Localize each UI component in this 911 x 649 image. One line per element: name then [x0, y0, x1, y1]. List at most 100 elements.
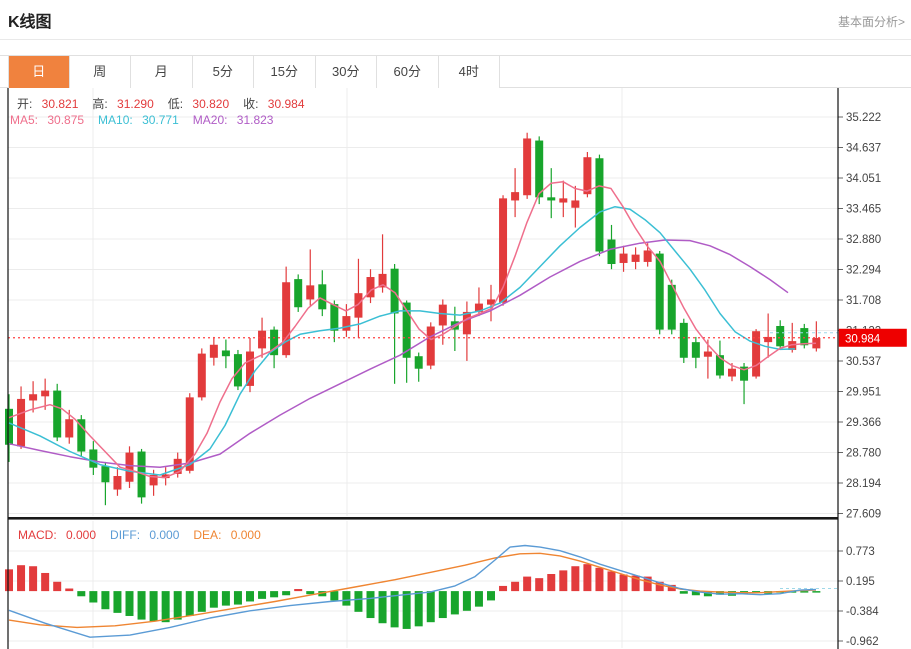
macd-bar: [608, 571, 616, 591]
legend-value: 30.820: [192, 97, 229, 111]
ohlc-legend: 开: 30.821高: 31.290低: 30.820收: 30.984: [17, 95, 319, 112]
candle-body: [222, 350, 230, 356]
tab-period-7[interactable]: 4时: [439, 56, 501, 88]
candle-body: [53, 391, 61, 438]
macd-tick-label: 0.773: [846, 546, 875, 558]
macd-bar: [439, 591, 447, 618]
candle-body: [17, 399, 25, 446]
candle-body: [41, 391, 49, 397]
candle-body: [776, 326, 784, 346]
candle-body: [535, 141, 543, 198]
candle-body: [463, 312, 471, 334]
candle-body: [318, 284, 326, 309]
candle-body: [800, 328, 808, 345]
legend-value: 31.823: [237, 113, 274, 127]
candle-body: [644, 250, 652, 261]
legend-label: 低:: [168, 97, 187, 111]
macd-bar: [113, 591, 121, 613]
macd-bar: [89, 591, 97, 602]
ma10-line: [9, 207, 795, 475]
tab-period-5[interactable]: 30分: [316, 56, 378, 88]
macd-bar: [559, 570, 567, 591]
macd-tick-label: 0.195: [846, 576, 875, 588]
candle-body: [294, 279, 302, 307]
candle-body: [427, 327, 435, 366]
macd-bar: [65, 589, 73, 592]
candle-body: [571, 200, 579, 207]
candle-body: [246, 352, 254, 386]
candle-body: [704, 352, 712, 357]
header-divider: [0, 39, 911, 40]
macd-bar: [17, 565, 25, 591]
candle-body: [632, 255, 640, 262]
macd-bar: [150, 591, 158, 621]
macd-bar: [475, 591, 483, 607]
candle-body: [728, 369, 736, 377]
macd-bar: [499, 586, 507, 591]
macd-bar: [812, 591, 820, 593]
price-tick-label: 34.051: [846, 173, 881, 185]
candle-body: [595, 158, 603, 251]
macd-bar: [234, 591, 242, 604]
macd-bar: [270, 591, 278, 597]
price-tick-label: 33.465: [846, 204, 881, 216]
price-tick-label: 32.880: [846, 234, 881, 246]
macd-bar: [535, 578, 543, 591]
legend-value: 30.771: [142, 113, 179, 127]
tab-period-3[interactable]: 5分: [193, 56, 255, 88]
candle-body: [126, 453, 134, 482]
tab-period-6[interactable]: 60分: [377, 56, 439, 88]
price-tick-label: 30.537: [846, 356, 881, 368]
tab-period-2[interactable]: 月: [131, 56, 193, 88]
candle-body: [29, 394, 37, 400]
tab-period-4[interactable]: 15分: [254, 56, 316, 88]
candle-body: [692, 342, 700, 358]
tab-period-1[interactable]: 周: [70, 56, 132, 88]
macd-bar: [511, 582, 519, 591]
candle-body: [101, 466, 109, 482]
candle-body: [89, 449, 97, 467]
tab-period-0[interactable]: 日: [8, 56, 70, 88]
fundamental-analysis-link[interactable]: 基本面分析>: [838, 13, 905, 30]
candle-body: [234, 354, 242, 386]
macd-tick-label: -0.962: [846, 636, 879, 648]
candle-body: [583, 157, 591, 194]
legend-value: 30.875: [47, 113, 84, 127]
macd-bar: [41, 573, 49, 591]
candle-body: [415, 356, 423, 369]
dea-line: [9, 553, 816, 627]
candle-body: [668, 285, 676, 330]
legend-value: 0.000: [231, 528, 261, 542]
macd-bar: [800, 591, 808, 593]
macd-bar: [222, 591, 230, 606]
macd-bar: [379, 591, 387, 623]
macd-bar: [210, 591, 218, 608]
macd-bar: [162, 591, 170, 622]
price-tick-label: 29.951: [846, 387, 881, 399]
macd-bar: [126, 591, 134, 616]
price-tick-label: 32.294: [846, 265, 882, 277]
legend-label: DIFF:: [110, 528, 143, 542]
ma-legend: MA5: 30.875MA10: 30.771MA20: 31.823: [10, 113, 287, 127]
price-tick-label: 28.194: [846, 478, 882, 490]
legend-value: 30.984: [268, 97, 305, 111]
macd-bar: [451, 591, 459, 614]
price-tick-label: 28.780: [846, 448, 881, 460]
candle-body: [258, 331, 266, 349]
legend-label: 收:: [243, 97, 262, 111]
candle-body: [608, 240, 616, 264]
macd-bar: [463, 591, 471, 611]
price-tick-label: 27.609: [846, 509, 881, 521]
macd-bar: [282, 591, 290, 595]
macd-bar: [294, 589, 302, 591]
legend-label: MA10:: [98, 113, 136, 127]
legend-label: MA20:: [193, 113, 231, 127]
macd-bar: [595, 568, 603, 591]
candle-body: [210, 345, 218, 358]
macd-bar: [571, 566, 579, 591]
macd-bar: [138, 591, 146, 619]
candle-body: [523, 138, 531, 195]
candle-body: [65, 419, 73, 437]
macd-bar: [354, 591, 362, 612]
legend-label: MACD:: [18, 528, 60, 542]
